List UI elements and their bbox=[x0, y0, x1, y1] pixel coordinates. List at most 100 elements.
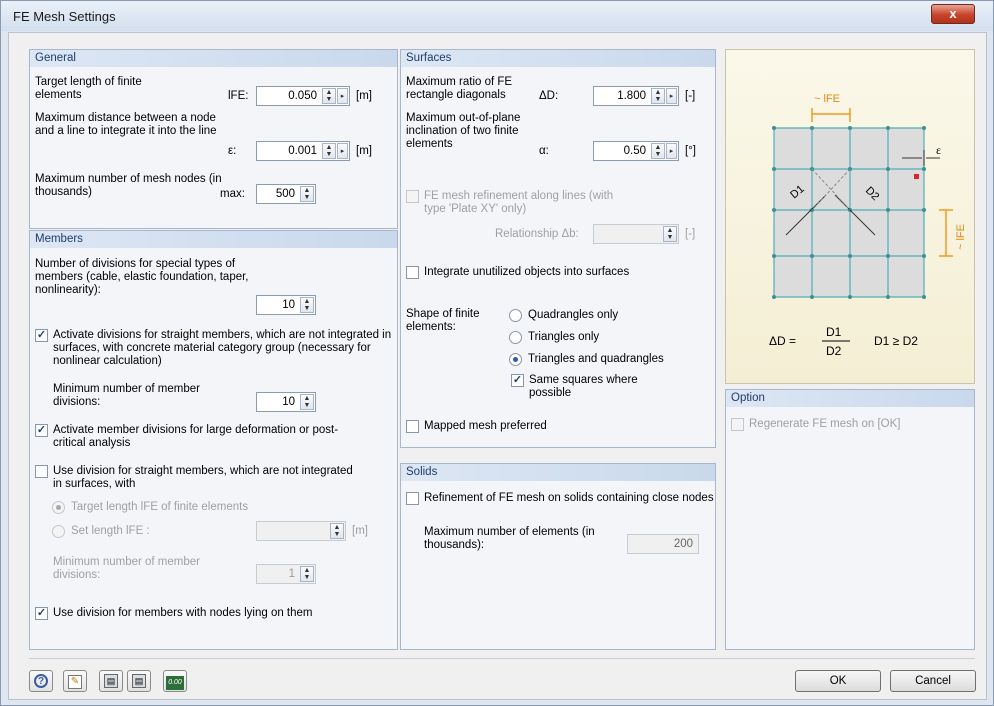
solids-refinement-label: Refinement of FE mesh on solids containi… bbox=[424, 492, 714, 504]
spinner-arrows-icon[interactable]: ▲ ▼ bbox=[300, 186, 314, 202]
spinner-arrows-icon[interactable]: ▲ ▼ bbox=[300, 566, 314, 582]
max-nodes-value: 500 bbox=[275, 188, 295, 200]
spinner-arrows-icon[interactable]: ▲ ▼ bbox=[663, 226, 677, 242]
solids-header-label: Solids bbox=[406, 466, 438, 478]
window-title: FE Mesh Settings bbox=[13, 9, 116, 24]
max-elements-input[interactable]: 200 bbox=[627, 534, 699, 554]
target-length-symbol: lFE: bbox=[228, 90, 249, 102]
min-divisions-spinner[interactable]: 10 ▲ ▼ bbox=[256, 392, 316, 412]
footer-divider bbox=[29, 658, 975, 659]
min-divisions-value: 10 bbox=[282, 396, 295, 408]
set-length-unit: [m] bbox=[352, 525, 368, 537]
option-header-label: Option bbox=[731, 392, 765, 404]
target-length-spinner[interactable]: 0.050 ▲ ▼ ▸ bbox=[256, 86, 350, 106]
quadrangles-only-label: Quadrangles only bbox=[528, 309, 619, 321]
relationship-input[interactable]: ▲ ▼ bbox=[593, 224, 679, 244]
max-ratio-spinner[interactable]: 1.800 ▲ ▼ ▸ bbox=[593, 86, 679, 106]
relationship-label: Relationship Δb: bbox=[495, 228, 579, 240]
cancel-button[interactable]: Cancel bbox=[890, 670, 976, 692]
number-format-button[interactable]: 0.00 bbox=[163, 670, 187, 692]
spinner-arrows-icon[interactable]: ▲ ▼ bbox=[651, 143, 665, 159]
spinner-arrows-icon[interactable]: ▲ ▼ bbox=[330, 523, 344, 539]
formula-denominator: D2 bbox=[826, 344, 842, 358]
max-ratio-label: Maximum ratio of FE rectangle diagonals bbox=[406, 76, 513, 101]
shape-label: Shape of finite elements: bbox=[406, 308, 480, 333]
help-button[interactable]: ? bbox=[29, 670, 53, 692]
general-header-label: General bbox=[35, 52, 76, 64]
dialog-client: General Target length of finite elements… bbox=[8, 32, 987, 700]
min-divisions-label: Minimum number of member divisions: bbox=[53, 383, 200, 408]
max-incl-value: 0.50 bbox=[623, 145, 646, 157]
play-icon[interactable]: ▸ bbox=[666, 88, 677, 104]
same-squares-checkbox[interactable]: ✓ bbox=[511, 374, 524, 387]
refinement-lines-label: FE mesh refinement along lines (with typ… bbox=[424, 190, 614, 215]
spinner-arrows-icon[interactable]: ▲ ▼ bbox=[322, 143, 336, 159]
use-division-label: Use division for straight members, which… bbox=[53, 465, 353, 490]
relationship-unit: [-] bbox=[685, 228, 696, 240]
special-divisions-spinner[interactable]: 10 ▲ ▼ bbox=[256, 295, 316, 315]
target-length-radio-label: Target length lFE of finite elements bbox=[71, 501, 249, 513]
export-button[interactable]: ▤ bbox=[127, 670, 151, 692]
max-distance-label: Maximum distance between a node and a li… bbox=[35, 112, 217, 137]
max-distance-symbol: ε: bbox=[228, 145, 237, 157]
option-panel: Option Regenerate FE mesh on [OK] bbox=[725, 389, 975, 650]
activate-straight-label: Activate divisions for straight members,… bbox=[53, 329, 392, 367]
solids-refinement-checkbox[interactable] bbox=[406, 492, 419, 505]
mapped-mesh-checkbox[interactable] bbox=[406, 420, 419, 433]
option-header: Option bbox=[726, 390, 974, 407]
close-button[interactable]: x bbox=[931, 4, 975, 24]
target-length-radio[interactable] bbox=[52, 501, 65, 514]
triangles-quadrangles-radio[interactable] bbox=[509, 353, 522, 366]
edit-button[interactable]: ✎ bbox=[63, 670, 87, 692]
target-length-value: 0.050 bbox=[288, 90, 317, 102]
play-icon[interactable]: ▸ bbox=[337, 143, 348, 159]
import-button[interactable]: ▤ bbox=[99, 670, 123, 692]
use-division-checkbox[interactable] bbox=[35, 465, 48, 478]
ok-button[interactable]: OK bbox=[795, 670, 881, 692]
refinement-lines-checkbox[interactable] bbox=[406, 190, 419, 203]
fe-mesh-settings-dialog: FE Mesh Settings x General Target length… bbox=[0, 0, 994, 706]
solids-panel: Solids Refinement of FE mesh on solids c… bbox=[400, 463, 716, 650]
spinner-arrows-icon[interactable]: ▲ ▼ bbox=[651, 88, 665, 104]
solids-header: Solids bbox=[401, 464, 715, 481]
max-elements-value: 200 bbox=[673, 538, 693, 550]
play-icon[interactable]: ▸ bbox=[337, 88, 348, 104]
general-panel: General Target length of finite elements… bbox=[29, 49, 398, 229]
spinner-arrows-icon[interactable]: ▲ ▼ bbox=[300, 394, 314, 410]
lfe-side-label: ~ lFE bbox=[955, 224, 967, 250]
max-nodes-label: Maximum number of mesh nodes (in thousan… bbox=[35, 173, 222, 198]
special-divisions-value: 10 bbox=[282, 299, 295, 311]
import-icon: ▤ bbox=[104, 674, 118, 688]
edit-icon: ✎ bbox=[68, 675, 82, 689]
target-length-label: Target length of finite elements bbox=[35, 76, 142, 101]
set-length-input[interactable]: ▲ ▼ bbox=[256, 521, 346, 541]
integrate-checkbox[interactable] bbox=[406, 266, 419, 279]
formula-numerator: D1 bbox=[826, 325, 842, 339]
mesh-diagram: ~ lFE ~ lFE ε D1 D2 ΔD = D1 D2 D1 ≥ D2 bbox=[769, 93, 967, 358]
activate-large-checkbox[interactable]: ✓ bbox=[35, 424, 48, 437]
lfe-top-label: ~ lFE bbox=[814, 93, 840, 105]
general-header: General bbox=[30, 50, 397, 67]
help-icon: ? bbox=[34, 674, 48, 688]
play-icon[interactable]: ▸ bbox=[666, 143, 677, 159]
set-length-radio-label: Set length lFE : bbox=[71, 525, 150, 537]
quadrangles-only-radio[interactable] bbox=[509, 309, 522, 322]
spinner-arrows-icon[interactable]: ▲ ▼ bbox=[300, 297, 314, 313]
spinner-arrows-icon[interactable]: ▲ ▼ bbox=[322, 88, 336, 104]
nodes-lying-checkbox[interactable]: ✓ bbox=[35, 607, 48, 620]
max-ratio-symbol: ΔD: bbox=[539, 90, 559, 102]
triangles-only-label: Triangles only bbox=[528, 331, 600, 343]
regenerate-label: Regenerate FE mesh on [OK] bbox=[749, 418, 901, 430]
activate-straight-checkbox[interactable]: ✓ bbox=[35, 329, 48, 342]
triangles-only-radio[interactable] bbox=[509, 331, 522, 344]
max-elements-label: Maximum number of elements (in thousands… bbox=[424, 526, 595, 551]
triangles-quadrangles-label: Triangles and quadrangles bbox=[528, 353, 664, 365]
min-divisions-2-label: Minimum number of member divisions: bbox=[53, 556, 200, 581]
max-distance-spinner[interactable]: 0.001 ▲ ▼ ▸ bbox=[256, 141, 350, 161]
max-nodes-spinner[interactable]: 500 ▲ ▼ bbox=[256, 184, 316, 204]
min-divisions-2-spinner[interactable]: 1 ▲ ▼ bbox=[256, 564, 316, 584]
regenerate-checkbox[interactable] bbox=[731, 418, 744, 431]
activate-large-label: Activate member divisions for large defo… bbox=[53, 424, 339, 449]
max-incl-spinner[interactable]: 0.50 ▲ ▼ ▸ bbox=[593, 141, 679, 161]
set-length-radio[interactable] bbox=[52, 525, 65, 538]
